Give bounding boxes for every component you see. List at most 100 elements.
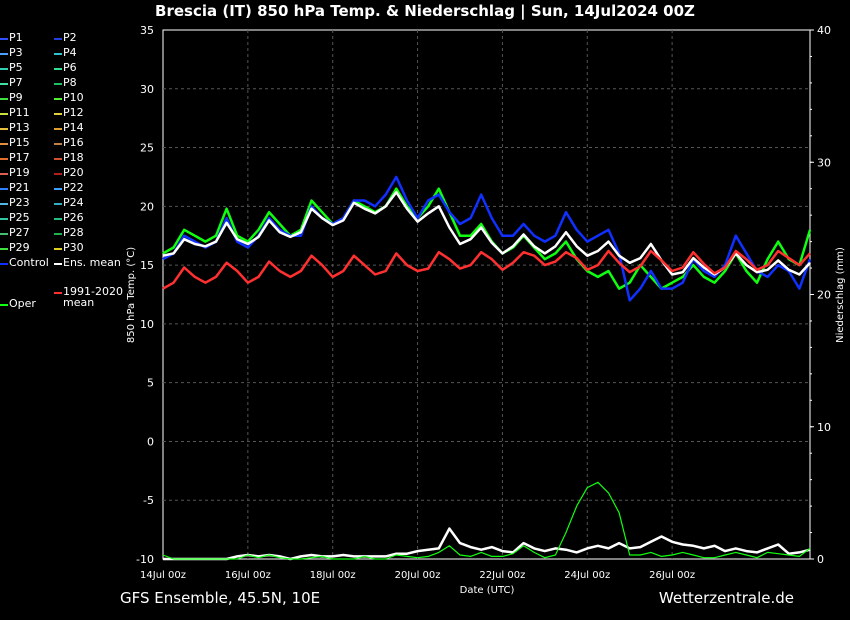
legend-swatch xyxy=(0,188,8,190)
legend-label: P8 xyxy=(63,76,77,89)
site-credit: Wetterzentrale.de xyxy=(658,589,794,607)
y-tick-label: -5 xyxy=(143,494,154,507)
legend-label: P13 xyxy=(9,121,30,134)
legend-swatch xyxy=(0,173,8,175)
legend-swatch xyxy=(54,128,62,130)
legend-item: P10 xyxy=(54,92,84,106)
legend-label: P14 xyxy=(63,121,84,134)
legend-item: P7 xyxy=(0,77,23,91)
x-axis-label: Date (UTC) xyxy=(460,585,515,596)
legend-swatch xyxy=(54,233,62,235)
legend-item: P8 xyxy=(54,77,77,91)
legend-label: P21 xyxy=(9,181,30,194)
legend-item: P26 xyxy=(54,212,84,226)
legend-label: P1 xyxy=(9,31,23,44)
legend-item: 1991-2020 mean xyxy=(54,286,123,308)
legend-swatch xyxy=(0,128,8,130)
legend-item: P23 xyxy=(0,197,30,211)
y-tick-label: 10 xyxy=(140,318,154,331)
legend-item: P16 xyxy=(54,137,84,151)
legend-label: P15 xyxy=(9,136,30,149)
legend-swatch xyxy=(54,143,62,145)
legend-item: P14 xyxy=(54,122,84,136)
x-tick-label: 14Jul 00z xyxy=(140,570,186,581)
legend-item: P11 xyxy=(0,107,30,121)
legend-swatch xyxy=(54,203,62,205)
y-right-tick-label: 20 xyxy=(817,289,831,302)
legend-label: P24 xyxy=(63,196,84,209)
legend-item: P17 xyxy=(0,152,30,166)
legend-label: Ens. mean xyxy=(63,256,121,269)
legend-item: P19 xyxy=(0,167,30,181)
legend-label: 1991-2020 mean xyxy=(63,285,123,309)
legend-item: P28 xyxy=(54,227,84,241)
x-ticks: 14Jul 00z 16Jul 00z 18Jul 00z 20Jul 00z 22Ju… xyxy=(140,570,695,581)
legend-item: P25 xyxy=(0,212,30,226)
y-tick-label: 15 xyxy=(140,259,154,272)
legend-swatch xyxy=(0,263,8,265)
legend-item: P21 xyxy=(0,182,30,196)
model-info: GFS Ensemble, 45.5N, 10E xyxy=(120,589,321,607)
y-right-tick-label: 0 xyxy=(817,553,824,566)
legend-item: P12 xyxy=(54,107,84,121)
legend-swatch xyxy=(0,113,8,115)
legend-swatch xyxy=(0,248,8,250)
y-tick-label: 20 xyxy=(140,200,154,213)
legend-label: P23 xyxy=(9,196,30,209)
legend-item: P27 xyxy=(0,227,30,241)
legend-item: Ens. mean xyxy=(54,257,121,271)
legend-swatch xyxy=(54,68,62,70)
legend-swatch xyxy=(54,113,62,115)
legend-swatch xyxy=(54,98,62,100)
legend-item: P13 xyxy=(0,122,30,136)
y-tick-label: 30 xyxy=(140,83,154,96)
legend-label: P17 xyxy=(9,151,30,164)
legend-item: P1 xyxy=(0,32,23,46)
x-tick-label: 26Jul 00z xyxy=(649,570,695,581)
legend: P1 P2 P3 P4 P5 P6 P7 P8 P9 P10 P11 P12 P13 P14 P15 P16 P… xyxy=(0,32,130,322)
x-tick-label: 22Jul 00z xyxy=(479,570,525,581)
legend-label: P25 xyxy=(9,211,30,224)
plot-frame xyxy=(162,29,811,560)
legend-label: Control xyxy=(9,256,49,269)
legend-swatch xyxy=(0,158,8,160)
legend-item: P22 xyxy=(54,182,84,196)
legend-swatch xyxy=(54,248,62,250)
legend-swatch xyxy=(54,173,62,175)
legend-label: P28 xyxy=(63,226,84,239)
series-lines xyxy=(162,175,812,561)
legend-item: P15 xyxy=(0,137,30,151)
legend-swatch xyxy=(54,158,62,160)
left-y-ticks: 35 30 25 20 15 10 5 0 -5 -10 xyxy=(136,24,154,566)
legend-swatch xyxy=(54,38,62,40)
legend-label: P12 xyxy=(63,106,84,119)
right-y-ticks: 40 30 20 10 0 xyxy=(810,24,831,566)
legend-item: Control xyxy=(0,257,49,271)
legend-label: P10 xyxy=(63,91,84,104)
legend-item: P4 xyxy=(54,47,77,61)
legend-item: P18 xyxy=(54,152,84,166)
legend-label: P9 xyxy=(9,91,23,104)
legend-item: P20 xyxy=(54,167,84,181)
legend-label: P5 xyxy=(9,61,23,74)
legend-swatch xyxy=(0,304,8,306)
legend-swatch xyxy=(54,263,62,265)
legend-label: P16 xyxy=(63,136,84,149)
legend-swatch xyxy=(54,83,62,85)
legend-item: P9 xyxy=(0,92,23,106)
legend-item: P2 xyxy=(54,32,77,46)
legend-label: P18 xyxy=(63,151,84,164)
legend-swatch xyxy=(0,38,8,40)
legend-item: P24 xyxy=(54,197,84,211)
x-tick-label: 18Jul 00z xyxy=(310,570,356,581)
grid-lines xyxy=(163,30,810,559)
legend-label: P11 xyxy=(9,106,30,119)
legend-swatch xyxy=(54,188,62,190)
legend-label: P29 xyxy=(9,241,30,254)
legend-item: Oper xyxy=(0,298,36,312)
legend-swatch xyxy=(54,292,62,294)
legend-item: P30 xyxy=(54,242,84,256)
y-tick-label: 5 xyxy=(147,377,154,390)
legend-label: P4 xyxy=(63,46,77,59)
legend-item: P5 xyxy=(0,62,23,76)
